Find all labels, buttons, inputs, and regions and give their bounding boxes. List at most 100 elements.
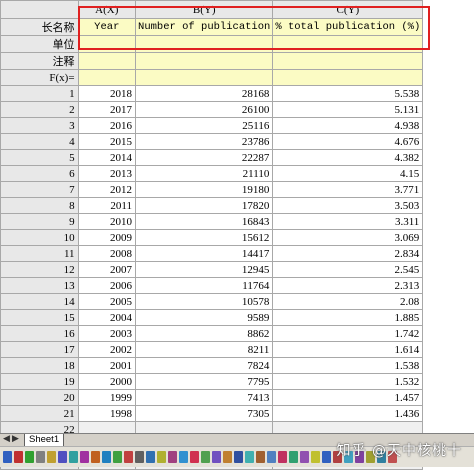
toolbar-tool-icon[interactable]: [36, 451, 45, 463]
cell-year[interactable]: 2012: [78, 182, 135, 198]
row-header[interactable]: 20: [1, 390, 79, 406]
cell-percent[interactable]: 1.436: [273, 406, 423, 422]
cell-percent[interactable]: 2.545: [273, 262, 423, 278]
units-cell-a[interactable]: [78, 36, 135, 53]
cell-publications[interactable]: 16843: [136, 214, 273, 230]
cell-year[interactable]: 2008: [78, 246, 135, 262]
toolbar-tool-icon[interactable]: [201, 451, 210, 463]
units-cell-c[interactable]: [273, 36, 423, 53]
cell-publications[interactable]: 25116: [136, 118, 273, 134]
column-header-a[interactable]: A(X): [78, 1, 135, 19]
units-cell-b[interactable]: [136, 36, 273, 53]
row-header[interactable]: 11: [1, 246, 79, 262]
cell-percent[interactable]: 2.834: [273, 246, 423, 262]
cell-publications[interactable]: 12945: [136, 262, 273, 278]
toolbar-tool-icon[interactable]: [168, 451, 177, 463]
row-label-units[interactable]: 单位: [1, 36, 79, 53]
long-name-cell-c[interactable]: % total publication (%): [273, 19, 423, 36]
row-header[interactable]: 21: [1, 406, 79, 422]
toolbar-tool-icon[interactable]: [300, 451, 309, 463]
cell-year[interactable]: 2016: [78, 118, 135, 134]
row-header[interactable]: 15: [1, 310, 79, 326]
cell-year[interactable]: 2005: [78, 294, 135, 310]
cell-year[interactable]: 2018: [78, 86, 135, 102]
row-header[interactable]: 4: [1, 134, 79, 150]
row-label-formula[interactable]: F(x)=: [1, 70, 79, 86]
toolbar-tool-icon[interactable]: [69, 451, 78, 463]
cell-year[interactable]: 2013: [78, 166, 135, 182]
toolbar-tool-icon[interactable]: [179, 451, 188, 463]
cell-year[interactable]: 1999: [78, 390, 135, 406]
cell-publications[interactable]: 7824: [136, 358, 273, 374]
row-header[interactable]: 16: [1, 326, 79, 342]
cell-publications[interactable]: 19180: [136, 182, 273, 198]
row-header[interactable]: 2: [1, 102, 79, 118]
cell-year[interactable]: 2010: [78, 214, 135, 230]
row-header[interactable]: 7: [1, 182, 79, 198]
tab-prev-icon[interactable]: ◀: [3, 434, 10, 444]
cell-publications[interactable]: 8211: [136, 342, 273, 358]
cell-year[interactable]: 2002: [78, 342, 135, 358]
cell-percent[interactable]: 4.676: [273, 134, 423, 150]
cell-percent[interactable]: 3.771: [273, 182, 423, 198]
cell-publications[interactable]: 21110: [136, 166, 273, 182]
toolbar-tool-icon[interactable]: [113, 451, 122, 463]
column-header-c[interactable]: C(Y): [273, 1, 423, 19]
toolbar-tool-icon[interactable]: [256, 451, 265, 463]
column-header-b[interactable]: B(Y): [136, 1, 273, 19]
formula-cell-b[interactable]: [136, 70, 273, 86]
toolbar-tool-icon[interactable]: [3, 451, 12, 463]
toolbar-tool-icon[interactable]: [223, 451, 232, 463]
row-header[interactable]: 10: [1, 230, 79, 246]
cell-publications[interactable]: 28168: [136, 86, 273, 102]
row-header[interactable]: 5: [1, 150, 79, 166]
toolbar-tool-icon[interactable]: [157, 451, 166, 463]
comments-cell-a[interactable]: [78, 53, 135, 70]
toolbar-tool-icon[interactable]: [289, 451, 298, 463]
cell-percent[interactable]: 1.538: [273, 358, 423, 374]
row-header[interactable]: 1: [1, 86, 79, 102]
comments-cell-c[interactable]: [273, 53, 423, 70]
cell-year[interactable]: 2011: [78, 198, 135, 214]
row-header[interactable]: 12: [1, 262, 79, 278]
row-label-comments[interactable]: 注释: [1, 53, 79, 70]
toolbar-tool-icon[interactable]: [58, 451, 67, 463]
cell-publications[interactable]: 17820: [136, 198, 273, 214]
long-name-cell-b[interactable]: Number of publication: [136, 19, 273, 36]
cell-publications[interactable]: 26100: [136, 102, 273, 118]
cell-publications[interactable]: 22287: [136, 150, 273, 166]
cell-publications[interactable]: 23786: [136, 134, 273, 150]
cell-year[interactable]: 2017: [78, 102, 135, 118]
cell-publications[interactable]: 7413: [136, 390, 273, 406]
row-header[interactable]: 17: [1, 342, 79, 358]
cell-year[interactable]: 2009: [78, 230, 135, 246]
row-header[interactable]: 6: [1, 166, 79, 182]
cell-year[interactable]: 2004: [78, 310, 135, 326]
cell-percent[interactable]: 4.938: [273, 118, 423, 134]
toolbar-tool-icon[interactable]: [124, 451, 133, 463]
row-header[interactable]: 9: [1, 214, 79, 230]
toolbar-tool-icon[interactable]: [47, 451, 56, 463]
toolbar-tool-icon[interactable]: [91, 451, 100, 463]
row-header[interactable]: 3: [1, 118, 79, 134]
toolbar-tool-icon[interactable]: [102, 451, 111, 463]
cell-publications[interactable]: 15612: [136, 230, 273, 246]
worksheet-grid[interactable]: A(X) B(Y) C(Y) 长名称 Year Number of public…: [0, 0, 474, 470]
toolbar-tool-icon[interactable]: [14, 451, 23, 463]
formula-cell-a[interactable]: [78, 70, 135, 86]
cell-percent[interactable]: 4.382: [273, 150, 423, 166]
toolbar-tool-icon[interactable]: [80, 451, 89, 463]
cell-year[interactable]: 2003: [78, 326, 135, 342]
toolbar-tool-icon[interactable]: [25, 451, 34, 463]
cell-publications[interactable]: 10578: [136, 294, 273, 310]
cell-publications[interactable]: 11764: [136, 278, 273, 294]
cell-percent[interactable]: 3.503: [273, 198, 423, 214]
cell-publications[interactable]: 7795: [136, 374, 273, 390]
cell-publications[interactable]: 9589: [136, 310, 273, 326]
comments-cell-b[interactable]: [136, 53, 273, 70]
toolbar-tool-icon[interactable]: [311, 451, 320, 463]
toolbar-tool-icon[interactable]: [278, 451, 287, 463]
row-header[interactable]: 14: [1, 294, 79, 310]
cell-percent[interactable]: 5.538: [273, 86, 423, 102]
toolbar-tool-icon[interactable]: [267, 451, 276, 463]
